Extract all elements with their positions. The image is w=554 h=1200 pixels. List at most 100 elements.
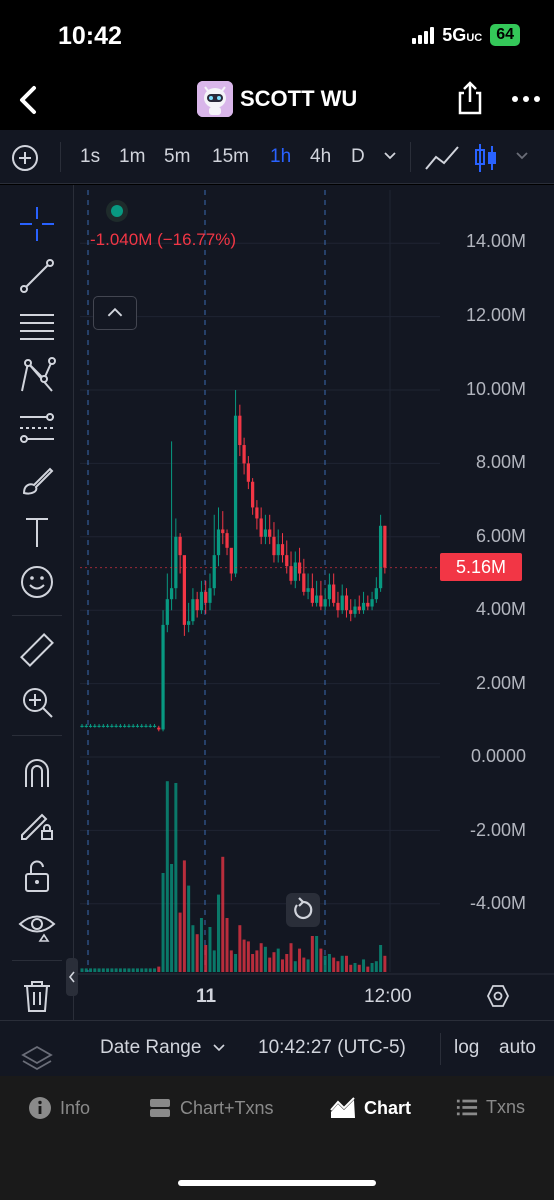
volume-bar: [89, 968, 93, 972]
volume-bar: [268, 957, 272, 972]
candle-body: [88, 725, 93, 728]
volume-bar: [229, 950, 233, 972]
volume-bar: [344, 955, 348, 972]
volume-bar: [255, 950, 259, 972]
toolbar-divider: [12, 960, 62, 961]
volume-bar: [370, 963, 374, 972]
candle-body: [105, 725, 110, 728]
candle-body: [251, 481, 255, 508]
candle-body: [131, 725, 135, 728]
date-range-dropdown[interactable]: Date Range: [100, 1037, 201, 1059]
timeframe-5m[interactable]: 5m: [164, 146, 190, 168]
volume-bar: [131, 968, 135, 972]
timeframe-d[interactable]: D: [351, 146, 365, 168]
tab-info[interactable]: Info: [28, 1096, 90, 1120]
toolbar-divider: [12, 735, 62, 736]
candle-body: [152, 725, 157, 728]
fib-retracement-icon[interactable]: [18, 409, 56, 447]
volume-bar: [289, 943, 293, 972]
line-chart-icon[interactable]: [424, 143, 460, 173]
layers-icon[interactable]: [20, 1043, 54, 1073]
tab-chart-txns[interactable]: Chart+Txns: [148, 1096, 274, 1120]
toolbar-collapse-handle[interactable]: [66, 958, 78, 996]
magnet-icon[interactable]: [18, 753, 56, 791]
candle-body: [327, 584, 332, 600]
candle-body: [174, 536, 178, 589]
text-icon[interactable]: [18, 513, 56, 551]
range-bar: Date Range 10:42:27 (UTC-5) log auto: [0, 1020, 554, 1076]
pencil-lock-icon[interactable]: [18, 805, 56, 843]
volume-bar: [353, 963, 357, 972]
candle-body: [353, 606, 357, 614]
trend-line-icon[interactable]: [18, 257, 56, 295]
toolbar-divider: [12, 615, 62, 616]
candle-body: [195, 599, 199, 611]
chart-settings-icon[interactable]: [486, 984, 510, 1008]
volume-bar: [357, 964, 361, 972]
candlestick-icon[interactable]: [472, 142, 500, 174]
timeframe-1m[interactable]: 1m: [119, 146, 145, 168]
candle-body: [340, 595, 344, 611]
candle-body: [285, 555, 289, 567]
volume-bar: [238, 925, 242, 972]
price-axis-label: 14.00M: [465, 231, 526, 251]
area-chart-icon: [330, 1097, 355, 1118]
volume-bar: [225, 918, 229, 972]
ruler-icon[interactable]: [18, 631, 56, 669]
reset-chart-icon[interactable]: [286, 893, 320, 927]
tab-chart-txns-label: Chart+Txns: [180, 1097, 274, 1118]
legend-collapse-button[interactable]: [93, 296, 137, 330]
log-scale-toggle[interactable]: log: [454, 1037, 479, 1059]
market-status-indicator: [106, 200, 128, 222]
candle-body: [319, 595, 323, 607]
volume-bar: [161, 873, 165, 972]
candle-body: [378, 525, 383, 589]
auto-scale-toggle[interactable]: auto: [499, 1037, 536, 1059]
volume-bar: [263, 946, 267, 972]
timeframe-dropdown-icon[interactable]: [382, 148, 398, 164]
volume-bar: [178, 912, 182, 972]
volume-bar: [280, 959, 284, 972]
timeframe-15m[interactable]: 15m: [212, 146, 249, 168]
add-indicator-icon[interactable]: [10, 143, 40, 173]
volume-bar: [349, 964, 353, 972]
candle-body: [123, 725, 127, 728]
home-indicator[interactable]: [178, 1180, 376, 1186]
emoji-icon[interactable]: [18, 563, 56, 601]
token-avatar: [197, 81, 233, 117]
timeframe-4h[interactable]: 4h: [310, 146, 331, 168]
time-axis-day-label: 11: [196, 986, 217, 1007]
volume-bar: [174, 783, 178, 972]
brush-icon[interactable]: [18, 461, 56, 499]
price-axis-label: 0.0000: [470, 746, 526, 766]
candle-body: [323, 599, 327, 607]
trash-icon[interactable]: [18, 977, 56, 1015]
volume-bar: [366, 966, 370, 972]
price-axis-label: 6.00M: [475, 526, 526, 546]
candle-body: [221, 529, 225, 534]
volume-bar: [315, 936, 319, 972]
network-suffix: UC: [466, 31, 483, 44]
horizontal-lines-icon[interactable]: [18, 307, 56, 345]
candle-body: [293, 562, 297, 581]
zoom-in-icon[interactable]: [18, 683, 56, 721]
share-icon[interactable]: [455, 80, 485, 116]
timeframe-1s[interactable]: 1s: [80, 146, 100, 168]
volume-bar: [383, 955, 387, 972]
volume-bar: [208, 927, 212, 972]
tab-chart[interactable]: Chart: [330, 1096, 411, 1120]
unlock-icon[interactable]: [18, 857, 56, 895]
network-type: 5G: [442, 24, 467, 45]
crosshair-icon[interactable]: [18, 205, 56, 243]
last-price-label: 5.16M: [440, 553, 522, 581]
timeframe-1h[interactable]: 1h: [270, 146, 291, 168]
more-icon[interactable]: [510, 84, 542, 114]
tab-txns[interactable]: Txns: [456, 1096, 525, 1118]
eye-icon[interactable]: [18, 907, 56, 945]
chevron-down-icon[interactable]: [212, 1041, 226, 1055]
volume-bar: [310, 936, 314, 972]
chart-type-dropdown-icon[interactable]: [514, 148, 530, 164]
back-icon[interactable]: [10, 80, 46, 120]
chart-clock[interactable]: 10:42:27 (UTC-5): [258, 1037, 406, 1059]
pattern-icon[interactable]: [18, 357, 56, 395]
